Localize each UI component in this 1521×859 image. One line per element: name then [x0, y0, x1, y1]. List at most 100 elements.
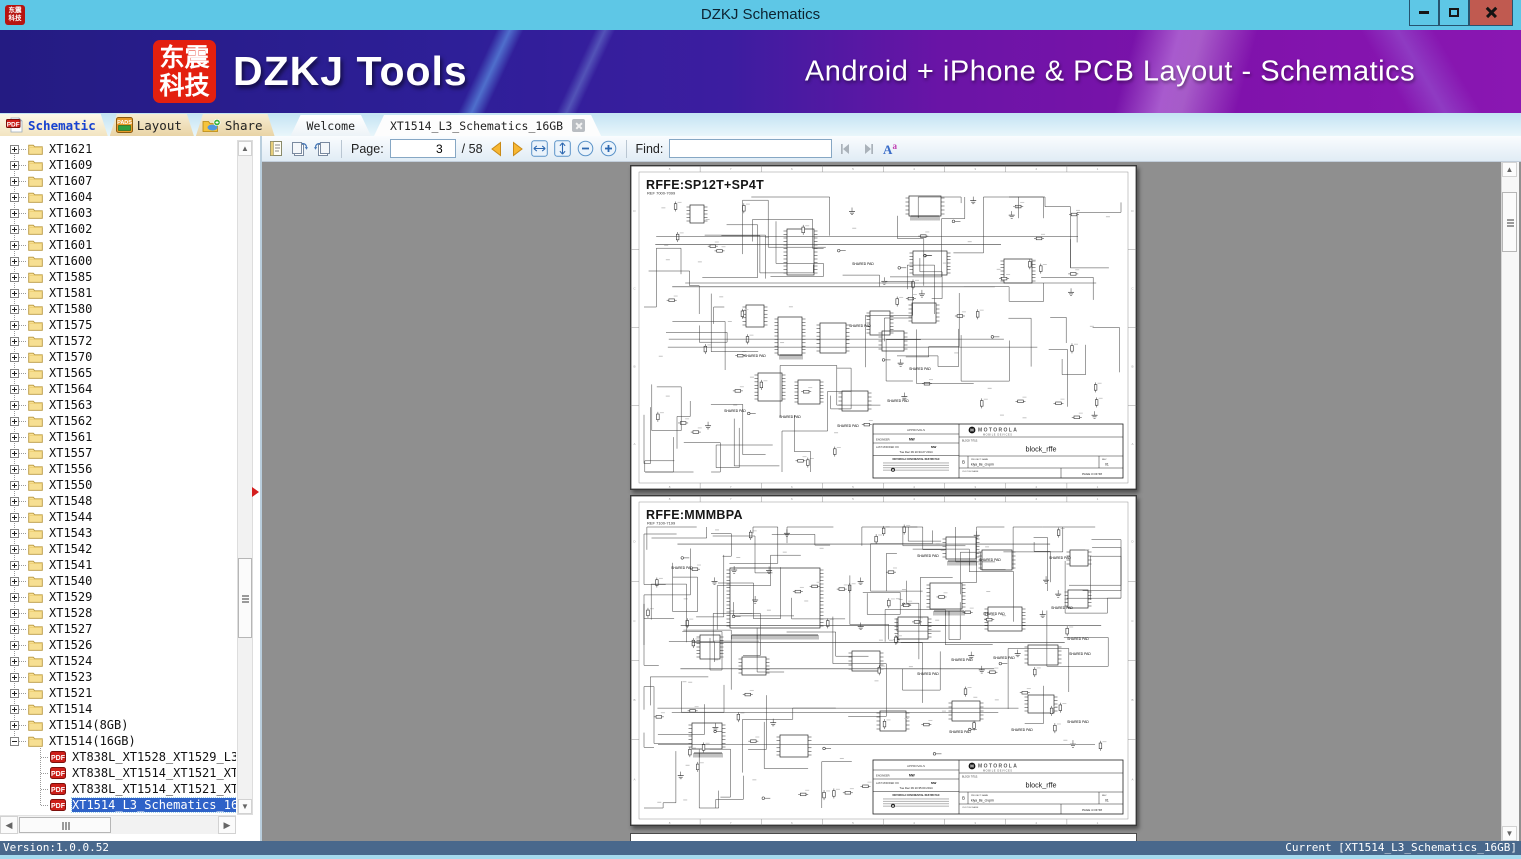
- tree-folder[interactable]: XT1562: [0, 413, 236, 429]
- rotate-cw-button[interactable]: [290, 138, 308, 160]
- fit-page-button[interactable]: [553, 138, 571, 160]
- expand-box-icon[interactable]: [10, 176, 19, 186]
- model-tree[interactable]: XT1621 XT1609 XT1607 XT1604 XT1603 XT1602 XT16…: [0, 141, 236, 815]
- tree-folder[interactable]: XT1526: [0, 637, 236, 653]
- expand-box-icon[interactable]: [10, 240, 19, 250]
- viewer-scroll-down-icon[interactable]: ▼: [1502, 826, 1517, 841]
- expand-box-icon[interactable]: [10, 592, 19, 602]
- tree-folder[interactable]: XT1528: [0, 605, 236, 621]
- expand-box-icon[interactable]: [10, 688, 19, 698]
- expand-box-icon[interactable]: [10, 528, 19, 538]
- tree-folder[interactable]: XT1581: [0, 285, 236, 301]
- expand-box-icon[interactable]: [10, 704, 19, 714]
- tree-folder[interactable]: XT1563: [0, 397, 236, 413]
- expand-box-icon[interactable]: [10, 512, 19, 522]
- expand-box-icon[interactable]: [10, 608, 19, 618]
- expand-box-icon[interactable]: [10, 160, 19, 170]
- pdf-viewer[interactable]: 8 8 7 7 6 6 5 5 4 4 3 3 2 2 1 1 D D C C B B A A RFFE:SP12T+SP4T R…: [262, 162, 1521, 841]
- expand-box-icon[interactable]: [10, 448, 19, 458]
- find-next-button[interactable]: [860, 138, 876, 160]
- expand-box-icon[interactable]: [10, 560, 19, 570]
- next-page-button[interactable]: [510, 138, 525, 160]
- tree-folder[interactable]: XT1540: [0, 573, 236, 589]
- tab-document[interactable]: XT1514_L3_Schematics_16GB: [374, 115, 601, 136]
- tree-folder[interactable]: XT1543: [0, 525, 236, 541]
- tree-folder[interactable]: XT1604: [0, 189, 236, 205]
- tree-folder[interactable]: XT1524: [0, 653, 236, 669]
- tree-folder[interactable]: XT1572: [0, 333, 236, 349]
- expand-box-icon[interactable]: [10, 224, 19, 234]
- tree-folder[interactable]: XT1514: [0, 701, 236, 717]
- tab-layout[interactable]: PADS Layout: [110, 114, 194, 136]
- tree-folder[interactable]: XT1575: [0, 317, 236, 333]
- tree-folder[interactable]: XT1542: [0, 541, 236, 557]
- scroll-right-icon[interactable]: ▶: [218, 816, 236, 834]
- expand-box-icon[interactable]: [10, 288, 19, 298]
- tree-folder[interactable]: XT1607: [0, 173, 236, 189]
- viewer-scroll-up-icon[interactable]: ▲: [1502, 162, 1517, 177]
- expand-box-icon[interactable]: [10, 640, 19, 650]
- tree-folder[interactable]: XT1585: [0, 269, 236, 285]
- expand-box-icon[interactable]: [10, 544, 19, 554]
- tree-folder[interactable]: XT1514(16GB): [0, 733, 236, 749]
- tree-folder[interactable]: XT1548: [0, 493, 236, 509]
- collapse-box-icon[interactable]: [10, 736, 19, 746]
- expand-box-icon[interactable]: [10, 496, 19, 506]
- page-number-input[interactable]: [389, 139, 456, 158]
- expand-box-icon[interactable]: [10, 384, 19, 394]
- tree-pdf-item[interactable]: PDF XT1514_L3_Schematics_16GB: [0, 797, 236, 813]
- expand-box-icon[interactable]: [10, 624, 19, 634]
- snapshot-button[interactable]: [268, 138, 284, 160]
- zoom-in-button[interactable]: [600, 138, 617, 160]
- tree-folder[interactable]: XT1621: [0, 141, 236, 157]
- expand-box-icon[interactable]: [10, 256, 19, 266]
- tree-folder[interactable]: XT1514(8GB): [0, 717, 236, 733]
- expand-box-icon[interactable]: [10, 720, 19, 730]
- tree-folder[interactable]: XT1557: [0, 445, 236, 461]
- expand-box-icon[interactable]: [10, 208, 19, 218]
- tree-folder[interactable]: XT1523: [0, 669, 236, 685]
- expand-box-icon[interactable]: [10, 336, 19, 346]
- tree-folder[interactable]: XT1550: [0, 477, 236, 493]
- tab-close-icon[interactable]: [572, 119, 585, 132]
- tree-folder[interactable]: XT1600: [0, 253, 236, 269]
- tree-folder[interactable]: XT1556: [0, 461, 236, 477]
- minimize-button[interactable]: [1409, 0, 1439, 26]
- expand-box-icon[interactable]: [10, 352, 19, 362]
- tree-folder[interactable]: XT1544: [0, 509, 236, 525]
- zoom-out-button[interactable]: [577, 138, 594, 160]
- tree-folder[interactable]: XT1609: [0, 157, 236, 173]
- rotate-ccw-button[interactable]: [314, 138, 332, 160]
- expand-box-icon[interactable]: [10, 464, 19, 474]
- find-input[interactable]: [669, 139, 833, 158]
- fit-width-button[interactable]: [530, 138, 548, 160]
- match-case-button[interactable]: Aa: [882, 138, 899, 160]
- expand-box-icon[interactable]: [10, 576, 19, 586]
- close-button[interactable]: [1469, 0, 1513, 26]
- expand-box-icon[interactable]: [10, 144, 19, 154]
- expand-box-icon[interactable]: [10, 416, 19, 426]
- expand-box-icon[interactable]: [10, 656, 19, 666]
- tree-vertical-scrollbar[interactable]: ▲ ▼: [237, 140, 253, 815]
- viewer-vscroll-thumb[interactable]: [1502, 192, 1517, 252]
- expand-box-icon[interactable]: [10, 304, 19, 314]
- prev-page-button[interactable]: [489, 138, 504, 160]
- tab-share[interactable]: Share: [196, 114, 275, 136]
- find-previous-button[interactable]: [838, 138, 854, 160]
- tree-pdf-item[interactable]: PDF XT838L_XT1514_XT1521_XT1523_X: [0, 765, 236, 781]
- splitter-collapse-arrow[interactable]: [252, 487, 259, 497]
- tab-schematic[interactable]: PDF Schematic: [0, 114, 108, 136]
- tree-folder[interactable]: XT1564: [0, 381, 236, 397]
- viewer-vertical-scrollbar[interactable]: ▲ ▼: [1501, 162, 1519, 841]
- expand-box-icon[interactable]: [10, 368, 19, 378]
- tab-welcome[interactable]: Welcome: [291, 115, 371, 136]
- tree-hscroll-thumb[interactable]: [19, 817, 111, 833]
- expand-box-icon[interactable]: [10, 320, 19, 330]
- scroll-left-icon[interactable]: ◀: [0, 816, 18, 834]
- tree-vscroll-thumb[interactable]: [238, 558, 252, 638]
- scroll-up-icon[interactable]: ▲: [238, 141, 252, 156]
- tree-folder[interactable]: XT1570: [0, 349, 236, 365]
- tree-folder[interactable]: XT1541: [0, 557, 236, 573]
- tree-folder[interactable]: XT1565: [0, 365, 236, 381]
- tree-horizontal-scrollbar[interactable]: ◀ ▶: [0, 815, 236, 834]
